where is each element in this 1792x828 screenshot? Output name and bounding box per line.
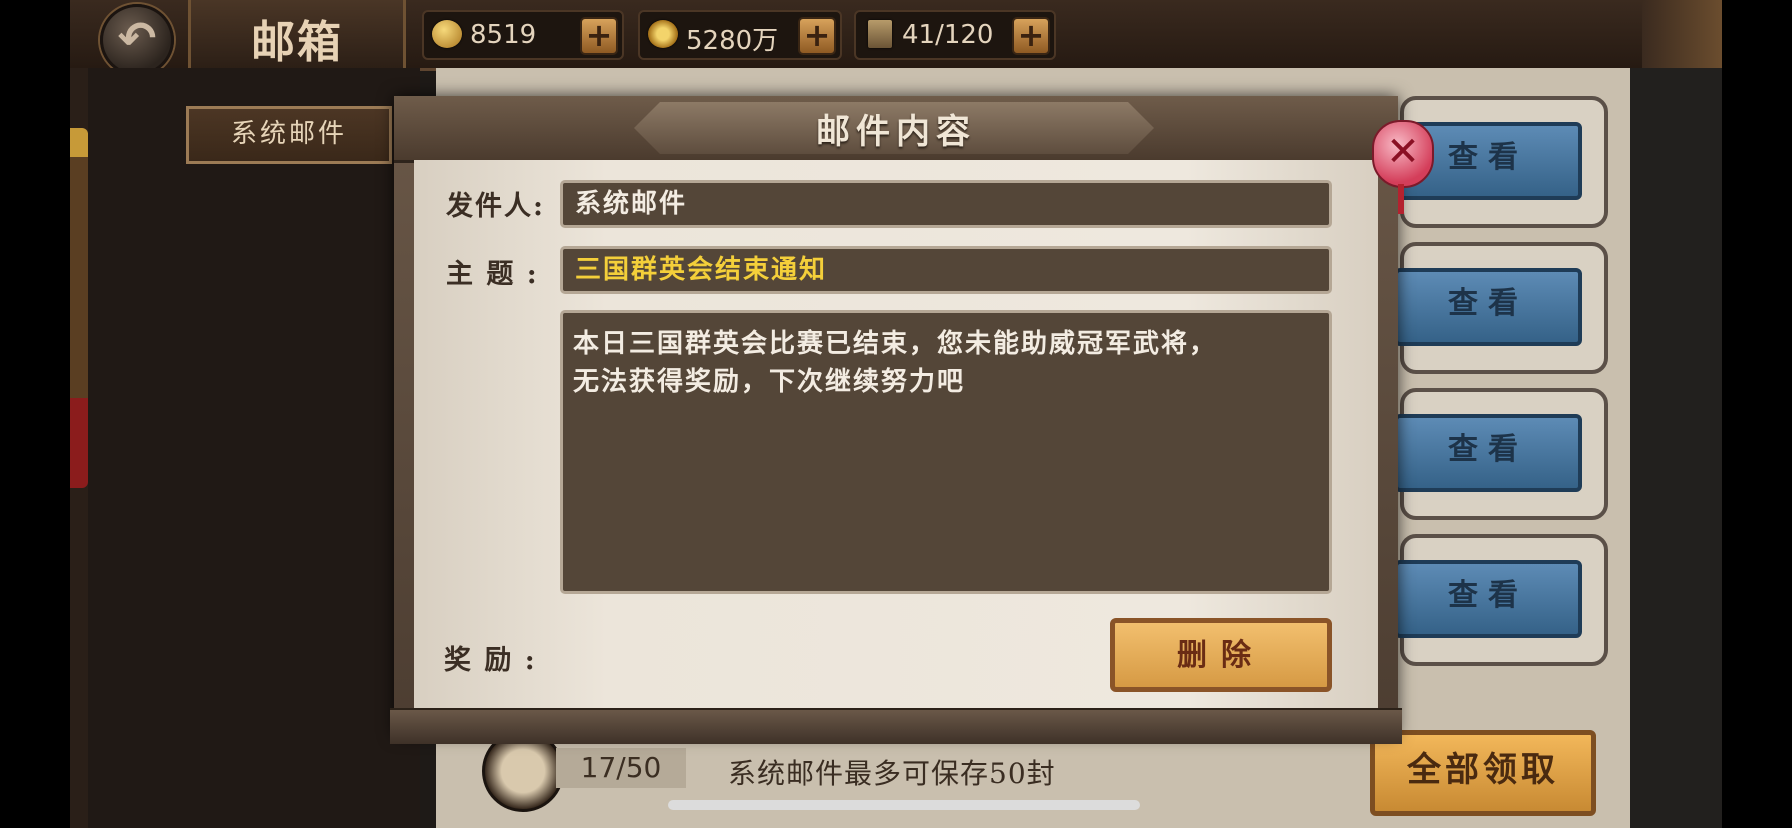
- dialog-bottom-bar: [390, 708, 1402, 744]
- troop-resource: 41/120 +: [854, 10, 1056, 60]
- dialog-header: 邮件内容: [394, 96, 1398, 163]
- back-arrow-icon[interactable]: ↶: [100, 4, 174, 76]
- right-edge: [1630, 68, 1722, 828]
- gold-resource: 8519 +: [422, 10, 624, 60]
- coin-resource: 5280万 +: [638, 10, 842, 60]
- add-gold-button[interactable]: +: [580, 17, 618, 55]
- view-mail-button[interactable]: 查看: [1394, 414, 1582, 492]
- subject-field: 三国群英会结束通知: [560, 246, 1332, 294]
- claim-all-button[interactable]: 全部领取: [1370, 730, 1596, 816]
- tab-system-mail[interactable]: 系统邮件: [186, 106, 392, 164]
- title-plate: 邮箱: [188, 0, 406, 68]
- gold-ingot-icon: [432, 20, 462, 48]
- troop-tower-icon: [868, 20, 892, 48]
- dialog-title: 邮件内容: [816, 112, 976, 152]
- add-troop-button[interactable]: +: [1012, 17, 1050, 55]
- list-item: 查看: [1394, 242, 1608, 374]
- coin-value: 5280万: [686, 26, 779, 56]
- mail-body: 本日三国群英会比赛已结束，您未能助威冠军武将， 无法获得奖励，下次继续努力吧: [560, 310, 1332, 594]
- list-item: 查看: [1394, 534, 1608, 666]
- add-coin-button[interactable]: +: [798, 17, 836, 55]
- sender-label: 发件人:: [446, 191, 545, 222]
- left-panel: 系统邮件: [70, 68, 420, 828]
- troop-value: 41/120: [902, 20, 994, 50]
- subject-label: 主 题 :: [446, 259, 539, 290]
- view-mail-button[interactable]: 查看: [1394, 560, 1582, 638]
- delete-button[interactable]: 删除: [1110, 618, 1332, 692]
- close-icon[interactable]: ✕: [1372, 120, 1434, 188]
- mail-count: 17/50: [556, 748, 686, 788]
- storage-note: 系统邮件最多可保存50封: [728, 757, 1056, 790]
- reward-label: 奖 励 :: [444, 645, 537, 676]
- gold-value: 8519: [470, 20, 537, 50]
- mail-body-line-1: 本日三国群英会比赛已结束，您未能助威冠军武将，: [573, 329, 1218, 359]
- copper-coin-icon: [648, 20, 678, 48]
- page-title: 邮箱: [251, 17, 343, 68]
- close-cord: [1398, 184, 1404, 214]
- topbar-ornament: [1642, 0, 1722, 68]
- sender-field: 系统邮件: [560, 180, 1332, 228]
- mail-body-line-2: 无法获得奖励，下次继续努力吧: [573, 367, 966, 397]
- view-mail-button[interactable]: 查看: [1394, 268, 1582, 346]
- top-bar: ↶ 邮箱 8519 + 5280万 + 41/120 +: [70, 0, 1722, 76]
- tassel-decoration: [70, 128, 88, 488]
- list-item: 查看: [1394, 388, 1608, 520]
- home-indicator[interactable]: [668, 800, 1140, 810]
